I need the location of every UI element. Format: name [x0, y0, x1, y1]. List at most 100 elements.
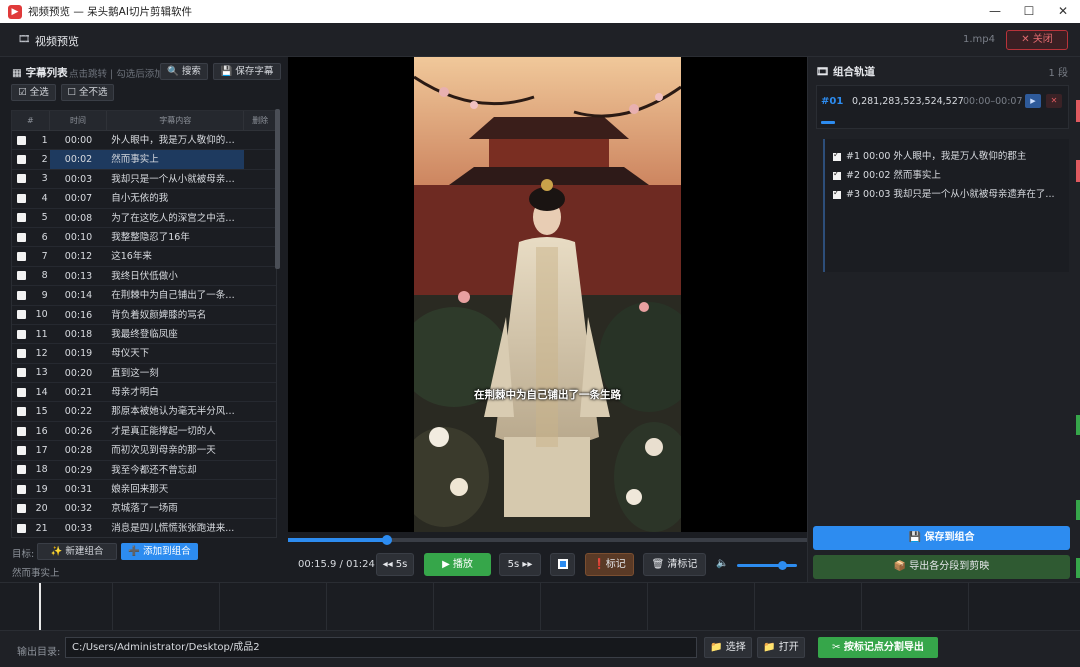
row-text: 背负着奴颜婢膝的骂名 — [111, 309, 207, 321]
save-subtitles-button[interactable]: 💾 保存字幕 — [213, 63, 281, 80]
row-checkbox[interactable] — [12, 426, 32, 437]
row-checkbox[interactable] — [12, 503, 32, 514]
timeline[interactable] — [0, 582, 1080, 631]
select-all-button[interactable]: ☑ 全选 — [11, 84, 56, 101]
table-row[interactable]: 2 00:02 然而事实上 — [12, 150, 276, 170]
preview-title: 视频预览 — [35, 35, 79, 48]
table-row[interactable]: 17 00:28 而初次见到母亲的那一天 — [12, 441, 276, 461]
volume-icon[interactable]: 🔈 — [716, 558, 728, 569]
row-checkbox[interactable] — [12, 135, 32, 146]
background-app-edge — [1076, 160, 1080, 182]
row-checkbox[interactable] — [12, 251, 32, 262]
row-time: 00:26 — [64, 425, 93, 437]
volume-knob[interactable] — [778, 561, 787, 570]
table-row[interactable]: 7 00:12 这16年来 — [12, 247, 276, 267]
segment-play-button[interactable]: ▶ — [1025, 94, 1041, 108]
table-row[interactable]: 11 00:18 我最终登临凤座 — [12, 325, 276, 345]
table-row[interactable]: 12 00:19 母仪天下 — [12, 344, 276, 364]
segment-item-checkbox[interactable] — [833, 169, 841, 180]
minimize-button[interactable]: — — [978, 0, 1012, 23]
row-number: 3 — [41, 173, 48, 185]
row-checkbox[interactable] — [12, 309, 32, 320]
video-viewport[interactable]: 在荆棘中为自己铺出了一条生路 — [288, 57, 807, 532]
open-directory-button[interactable]: 📁 打开 — [757, 637, 805, 658]
row-checkbox[interactable] — [12, 484, 32, 495]
export-by-marks-button[interactable]: ✂ 按标记点分割导出 — [818, 637, 938, 658]
table-row[interactable]: 3 00:03 我却只是一个从小就被母亲遗弃在了... — [12, 170, 276, 190]
row-checkbox[interactable] — [12, 193, 32, 204]
segment-item[interactable]: #2 00:02 然而事实上 — [833, 167, 941, 181]
maximize-button[interactable]: ☐ — [1012, 0, 1046, 23]
table-scrollbar[interactable] — [275, 109, 280, 269]
save-to-group-button[interactable]: 💾 保存到组合 — [813, 526, 1070, 550]
segment-card[interactable]: #01 0,281,283,523,524,527 00:00–00:07 ▶ … — [816, 85, 1069, 129]
row-checkbox[interactable] — [12, 523, 32, 534]
table-row[interactable]: 14 00:21 母亲才明白 — [12, 383, 276, 403]
table-row[interactable]: 6 00:10 我整整隐忍了16年 — [12, 228, 276, 248]
volume-slider[interactable] — [737, 561, 797, 570]
row-checkbox[interactable] — [12, 270, 32, 281]
table-row[interactable]: 4 00:07 自小无依的我 — [12, 189, 276, 209]
target-label: 目标: — [12, 549, 35, 560]
row-checkbox[interactable] — [12, 348, 32, 359]
table-row[interactable]: 15 00:22 那原本被她认为毫无半分风骨的女儿 — [12, 402, 276, 422]
row-time: 00:02 — [49, 150, 108, 169]
segment-items-list: #1 00:00 外人眼中，我是万人敬仰的郡主 #2 00:02 然而事实上 #… — [823, 139, 1069, 272]
subtitle-table-header: # 时间 字幕内容 删除 — [12, 111, 276, 131]
table-row[interactable]: 13 00:20 直到这一刻 — [12, 364, 276, 384]
row-number: 17 — [35, 444, 48, 456]
row-checkbox[interactable] — [12, 445, 32, 456]
window-close-button[interactable]: ✕ — [1046, 0, 1080, 23]
table-row[interactable]: 8 00:13 我终日伏低做小 — [12, 267, 276, 287]
stop-button[interactable] — [550, 553, 575, 576]
segment-delete-button[interactable]: ✕ — [1046, 94, 1062, 108]
row-time: 00:22 — [64, 406, 93, 418]
choose-directory-button[interactable]: 📁 选择 — [704, 637, 752, 658]
row-checkbox[interactable] — [12, 212, 32, 223]
table-row[interactable]: 18 00:29 我至今都还不曾忘却 — [12, 461, 276, 481]
timeline-playhead[interactable] — [39, 583, 41, 631]
segment-item[interactable]: #1 00:00 外人眼中，我是万人敬仰的郡主 — [833, 148, 1026, 162]
playback-progress-bar[interactable] — [288, 535, 807, 545]
mark-button[interactable]: ❗标记 — [585, 553, 634, 576]
timeline-tick — [754, 583, 755, 631]
row-checkbox[interactable] — [12, 464, 32, 475]
table-row[interactable]: 5 00:08 为了在这吃人的深宫之中活下去 — [12, 209, 276, 228]
table-row[interactable]: 20 00:32 京城落了一场雨 — [12, 499, 276, 519]
background-app-edge — [1076, 100, 1080, 122]
segment-item-checkbox[interactable] — [833, 150, 841, 161]
table-row[interactable]: 10 00:16 背负着奴颜婢膝的骂名 — [12, 306, 276, 325]
table-row[interactable]: 21 00:33 消息是四儿慌慌张张跑进来... — [12, 519, 276, 537]
search-button[interactable]: 🔍 搜索 — [160, 63, 208, 80]
segment-item[interactable]: #3 00:03 我却只是一个从小就被母亲遗弃在了... — [833, 186, 1054, 200]
play-button[interactable]: ▶ 播放 — [424, 553, 491, 576]
row-checkbox[interactable] — [12, 173, 32, 184]
row-checkbox[interactable] — [12, 154, 32, 165]
timeline-tick — [861, 583, 862, 631]
row-checkbox[interactable] — [12, 329, 32, 340]
new-group-button[interactable]: ✨ 新建组合 — [37, 543, 117, 560]
rewind-5s-button[interactable]: ◂◂ 5s — [376, 553, 414, 576]
row-checkbox[interactable] — [12, 406, 32, 417]
output-footer: 输出目录: C:/Users/Administrator/Desktop/成品2… — [0, 630, 1080, 667]
forward-5s-button[interactable]: 5s ▸▸ — [499, 553, 541, 576]
row-text: 我至今都还不曾忘却 — [111, 464, 197, 476]
progress-knob[interactable] — [381, 535, 392, 545]
add-to-group-button[interactable]: ➕ 添加到组合 — [121, 543, 198, 560]
row-checkbox[interactable] — [12, 290, 32, 301]
segment-item-checkbox[interactable] — [833, 188, 841, 199]
subtitle-list-hint: 点击跳转 | 勾选后添加 — [69, 69, 164, 80]
row-checkbox[interactable] — [12, 232, 32, 243]
table-row[interactable]: 1 00:00 外人眼中，我是万人敬仰的郡主 — [12, 131, 276, 151]
select-none-button[interactable]: ☐ 全不选 — [61, 84, 114, 101]
output-directory-field[interactable]: C:/Users/Administrator/Desktop/成品2 — [65, 637, 697, 658]
table-row[interactable]: 9 00:14 在荆棘中为自己铺出了一条生路 — [12, 286, 276, 306]
row-checkbox[interactable] — [12, 367, 32, 378]
table-row[interactable]: 19 00:31 娘亲回来那天 — [12, 480, 276, 500]
row-checkbox[interactable] — [12, 387, 32, 398]
clear-marks-button[interactable]: 🗑 清标记 — [643, 553, 706, 576]
close-preview-button[interactable]: ✕ 关闭 — [1006, 30, 1068, 50]
export-segments-button[interactable]: 📦 导出各分段到剪映 — [813, 555, 1070, 579]
row-text: 直到这一刻 — [111, 367, 159, 379]
table-row[interactable]: 16 00:26 才是真正能撑起一切的人 — [12, 422, 276, 442]
